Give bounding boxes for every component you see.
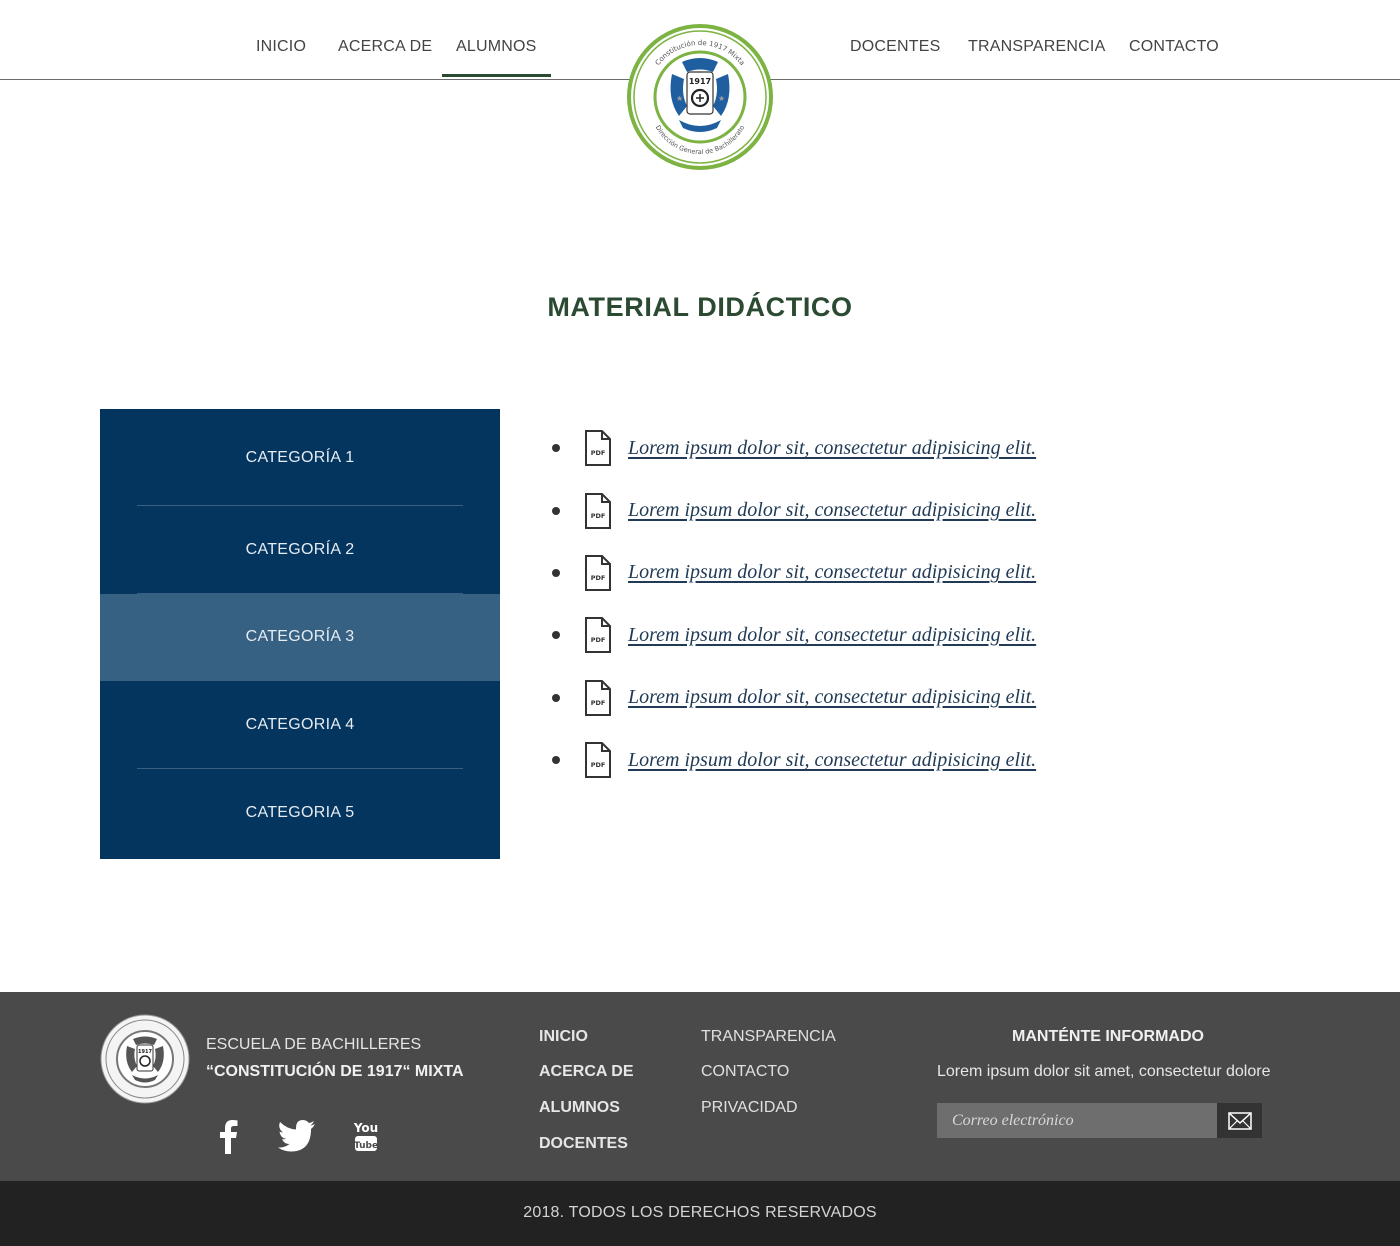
footer-link-docentes[interactable]: DOCENTES [539,1135,628,1153]
document-item: PDF Lorem ipsum dolor sit, consectetur a… [552,542,1036,604]
pdf-file-icon[interactable]: PDF [584,492,612,529]
youtube-icon[interactable]: You Tube [346,1118,386,1154]
bullet [552,693,560,702]
document-item: PDF Lorem ipsum dolor sit, consectetur a… [552,417,1036,479]
pdf-file-icon[interactable]: PDF [584,554,612,591]
category-item-4[interactable]: CATEGORIA 4 [100,681,500,769]
newsletter-text: Lorem ipsum dolor sit amet, consectetur … [937,1063,1271,1080]
pdf-label: PDF [591,512,606,520]
footer-link-privacidad[interactable]: PRIVACIDAD [701,1099,798,1117]
page-title: MATERIAL DIDÁCTICO [547,292,853,322]
pdf-label: PDF [591,636,606,644]
category-item-2[interactable]: CATEGORÍA 2 [100,506,500,594]
document-item: PDF Lorem ipsum dolor sit, consectetur a… [552,729,1036,791]
pdf-file-icon[interactable]: PDF [584,742,612,779]
footer-logo-year: 1917 [138,1049,152,1055]
pdf-label: PDF [591,449,606,457]
document-link-4[interactable]: Lorem ipsum dolor sit, consectetur adipi… [628,624,1036,647]
footer-logo[interactable]: 1917 [100,1014,190,1104]
pdf-file-icon[interactable]: PDF [584,617,612,654]
bullet [552,631,560,640]
site-footer: 1917 ESCUELA DE BACHILLERES “CONSTITUCIÓ… [0,992,1400,1181]
newsletter-submit-button[interactable] [1217,1103,1262,1138]
school-logo[interactable]: Constitución de 1917 Mixta Dirección Gen… [627,24,773,170]
bullet [552,506,560,515]
footer-school-subtitle: “CONSTITUCIÓN DE 1917“ MIXTA [206,1063,464,1080]
footer-link-transparencia[interactable]: TRANSPARENCIA [701,1028,836,1046]
document-link-3[interactable]: Lorem ipsum dolor sit, consectetur adipi… [628,561,1036,584]
logo-year: 1917 [689,77,711,86]
document-item: PDF Lorem ipsum dolor sit, consectetur a… [552,479,1036,541]
newsletter-title: MANTÉNTE INFORMADO [1012,1028,1204,1045]
document-item: PDF Lorem ipsum dolor sit, consectetur a… [552,667,1036,729]
newsletter-email-input[interactable] [937,1103,1217,1138]
copyright-text: 2018. TODOS LOS DERECHOS RESERVADOS [523,1204,877,1221]
document-link-5[interactable]: Lorem ipsum dolor sit, consectetur adipi… [628,686,1036,709]
document-link-1[interactable]: Lorem ipsum dolor sit, consectetur adipi… [628,437,1036,460]
category-item-5[interactable]: CATEGORIA 5 [100,769,500,857]
pdf-label: PDF [591,761,606,769]
category-item-3[interactable]: CATEGORÍA 3 [100,593,500,682]
pdf-file-icon[interactable]: PDF [584,679,612,716]
footer-link-acerca-de[interactable]: ACERCA DE [539,1063,634,1081]
envelope-icon [1227,1111,1252,1130]
category-item-1[interactable]: CATEGORÍA 1 [100,409,500,506]
document-link-6[interactable]: Lorem ipsum dolor sit, consectetur adipi… [628,749,1036,772]
pdf-label: PDF [591,574,606,582]
bullet [552,444,560,453]
footer-school-name: ESCUELA DE BACHILLERES [206,1036,422,1053]
nav-docentes[interactable]: DOCENTES [850,38,941,56]
nav-contacto[interactable]: CONTACTO [1129,38,1219,56]
document-list: PDF Lorem ipsum dolor sit, consectetur a… [552,417,1036,791]
copyright-bar: 2018. TODOS LOS DERECHOS RESERVADOS [0,1181,1400,1246]
nav-inicio[interactable]: INICIO [256,38,306,56]
youtube-text-top: You [353,1121,378,1135]
footer-link-contacto[interactable]: CONTACTO [701,1063,789,1081]
category-menu: CATEGORÍA 1 CATEGORÍA 2 CATEGORÍA 3 CATE… [100,409,500,859]
youtube-text-bottom: Tube [354,1141,378,1151]
facebook-icon[interactable] [208,1118,248,1154]
svg-text:★: ★ [676,94,683,103]
nav-transparencia[interactable]: TRANSPARENCIA [968,38,1105,56]
pdf-file-icon[interactable]: PDF [584,430,612,467]
twitter-icon[interactable] [277,1118,317,1154]
nav-alumnos[interactable]: ALUMNOS [442,38,550,77]
bullet [552,568,560,577]
footer-link-alumnos[interactable]: ALUMNOS [539,1099,620,1117]
document-link-2[interactable]: Lorem ipsum dolor sit, consectetur adipi… [628,499,1036,522]
bullet [552,756,560,765]
document-item: PDF Lorem ipsum dolor sit, consectetur a… [552,604,1036,666]
nav-acerca-de[interactable]: ACERCA DE [338,38,432,56]
svg-text:★: ★ [718,94,725,103]
pdf-label: PDF [591,699,606,707]
footer-link-inicio[interactable]: INICIO [539,1028,588,1046]
